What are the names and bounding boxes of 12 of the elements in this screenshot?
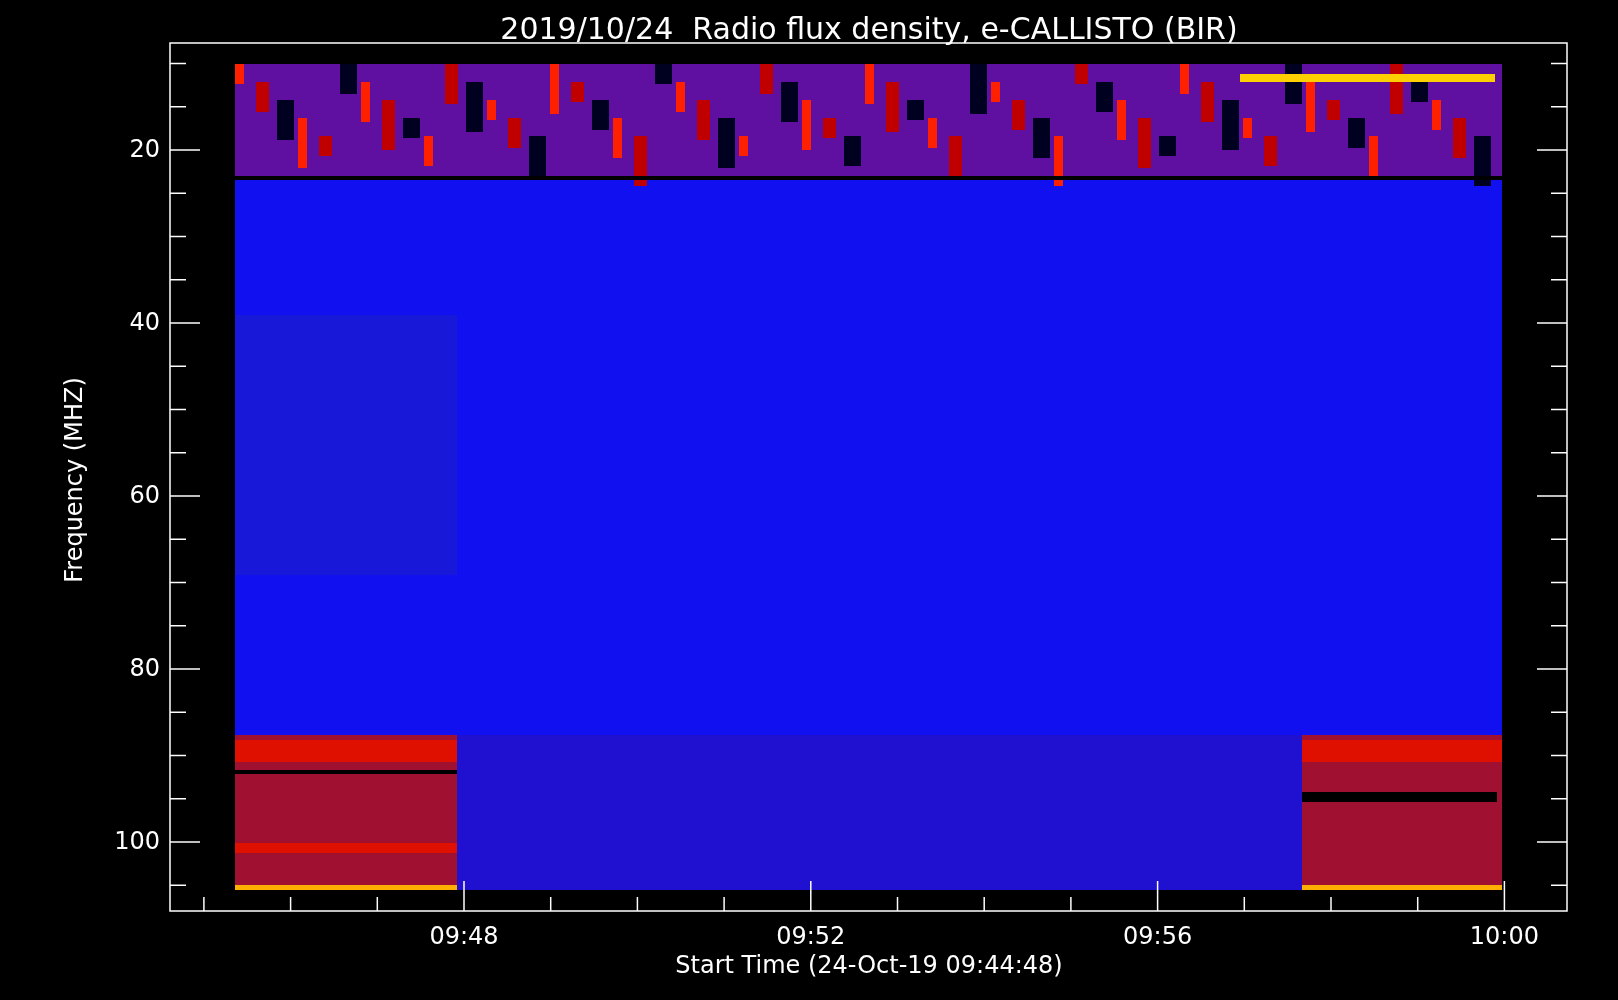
- y-tick-label: 60: [129, 481, 160, 509]
- y-tick-label: 100: [114, 827, 160, 855]
- y-axis-label: Frequency (MHZ): [60, 377, 88, 583]
- y-tick-label: 80: [129, 654, 160, 682]
- x-tick-label: 09:52: [776, 922, 846, 950]
- x-tick-label: 09:56: [1123, 922, 1193, 950]
- x-tick-label: 10:00: [1469, 922, 1539, 950]
- x-tick-label: 09:48: [429, 922, 499, 950]
- y-tick-label: 20: [129, 135, 160, 163]
- x-axis-label: Start Time (24-Oct-19 09:44:48): [675, 951, 1063, 979]
- plot-title: 2019/10/24 Radio flux density, e-CALLISTO (BIR): [500, 10, 1238, 46]
- y-tick-label: 40: [129, 308, 160, 336]
